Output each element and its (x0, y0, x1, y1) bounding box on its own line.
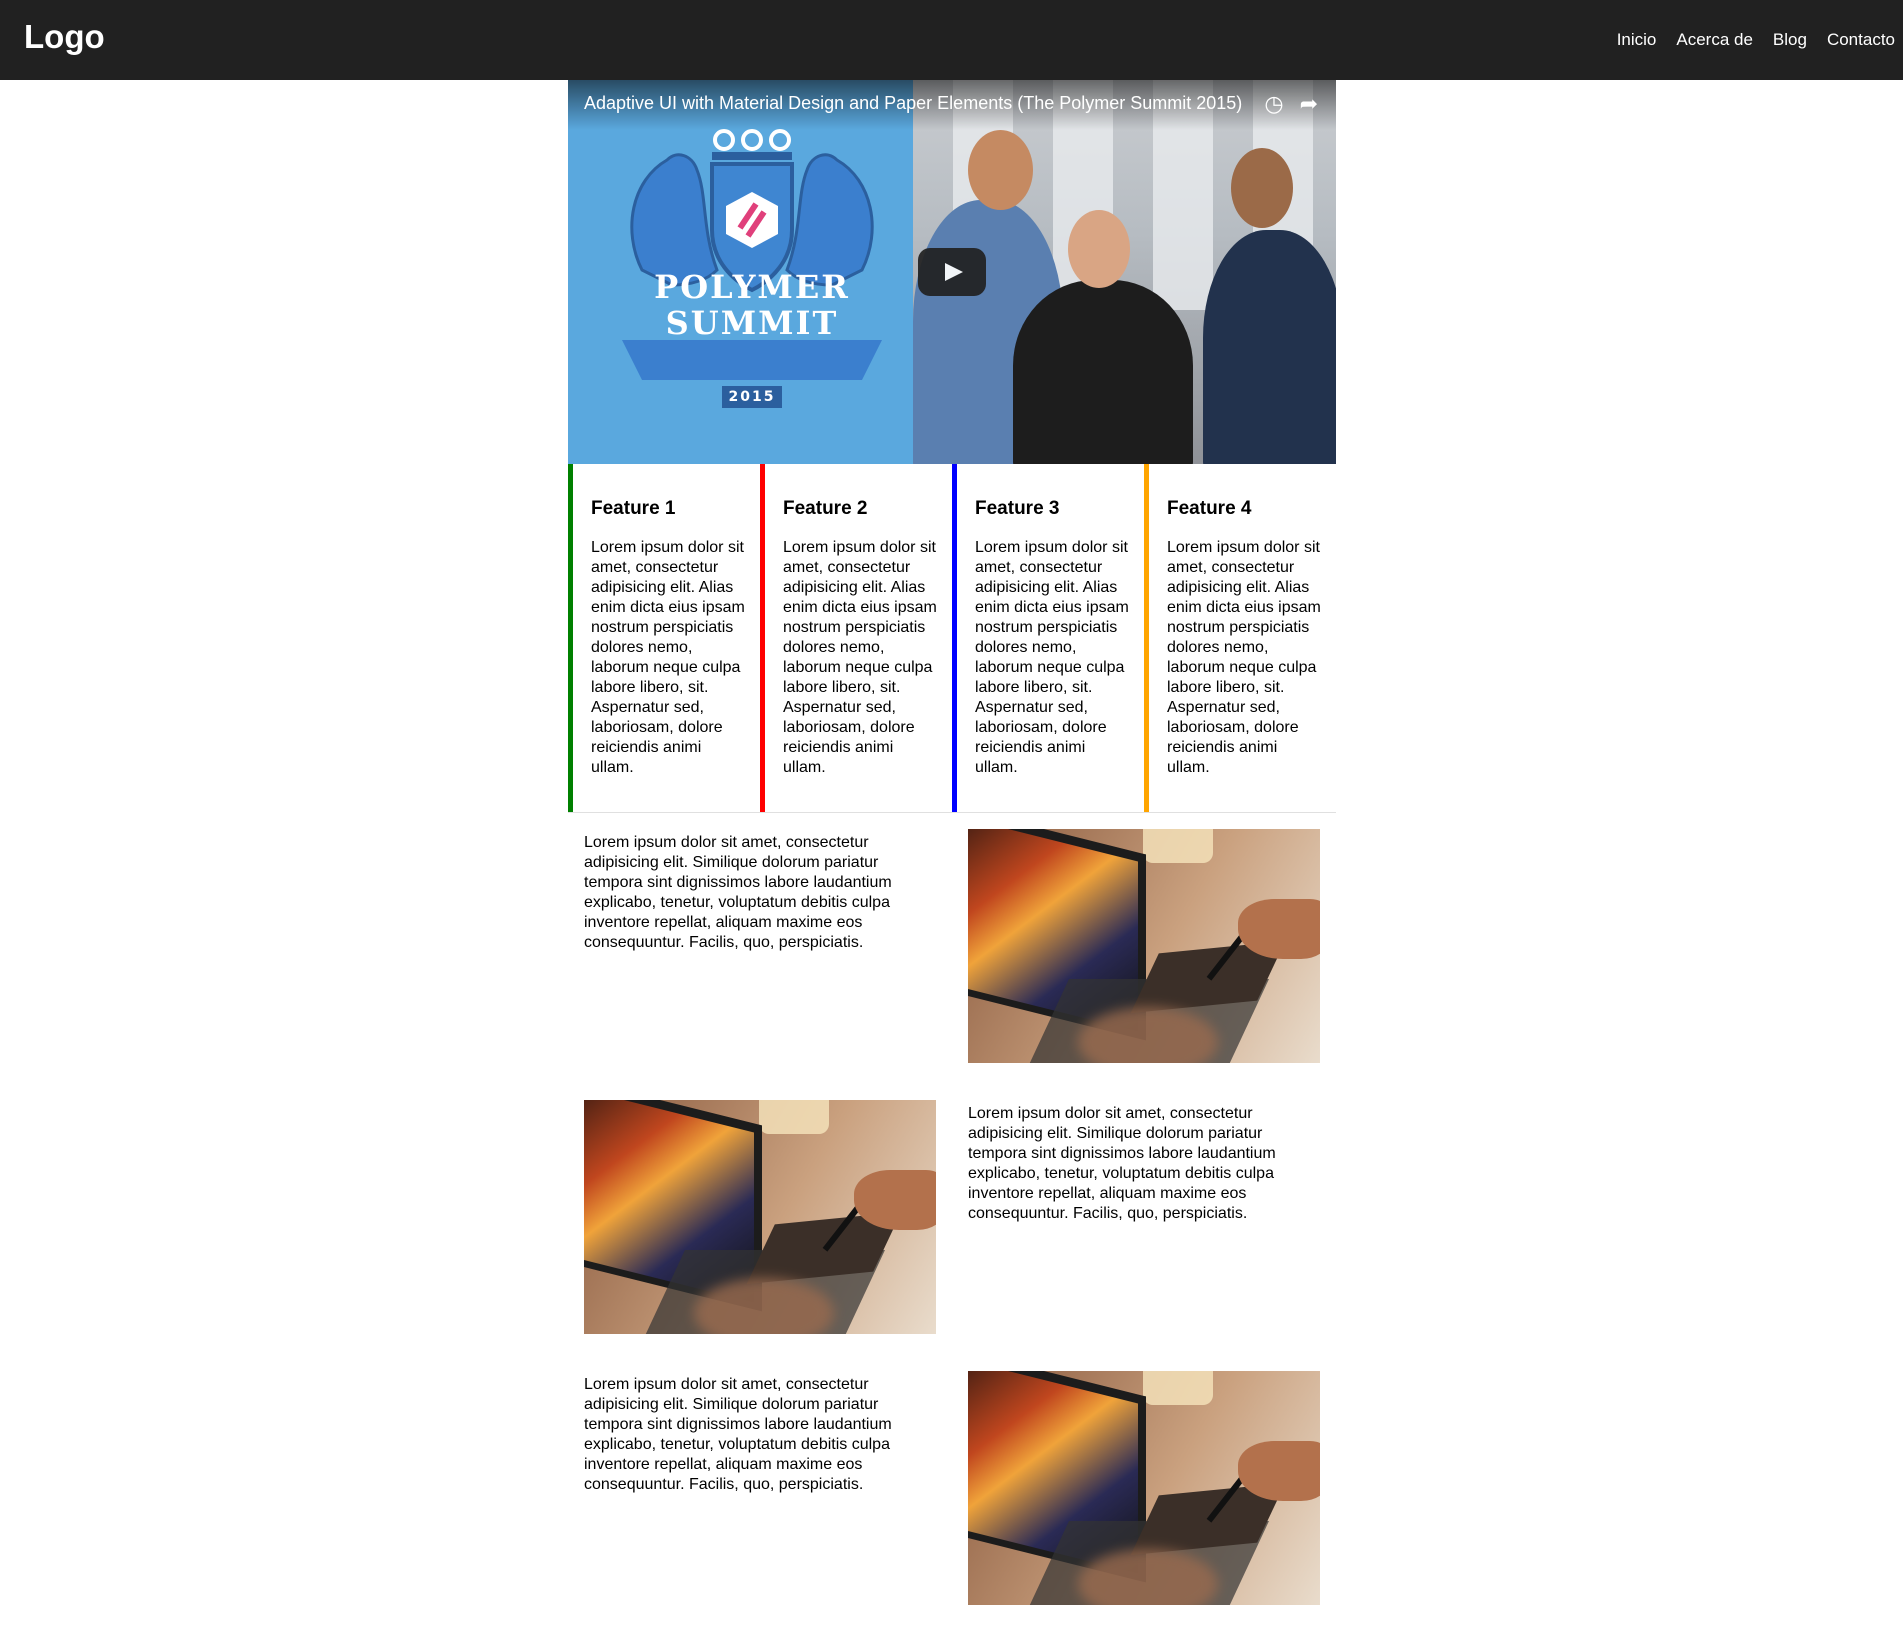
feature-title: Feature 2 (783, 498, 868, 519)
laptop-photo (968, 829, 1320, 1063)
person-center (1013, 280, 1193, 464)
row-text: Lorem ipsum dolor sit amet, consectetur … (584, 1376, 892, 1493)
top-navbar: Logo Inicio Acerca de Blog Contacto (0, 0, 1903, 80)
crest-year: 2015 (722, 386, 782, 408)
feature-text: Lorem ipsum dolor sit amet, consectetur … (591, 539, 745, 776)
video-embed[interactable]: POLYMER SUMMIT 2015 Adaptive UI with Mat… (568, 80, 1336, 464)
content-row-1: Lorem ipsum dolor sit amet, consectetur … (568, 813, 1336, 1084)
person-right (1203, 230, 1336, 464)
nav-link-contacto[interactable]: Contacto (1827, 30, 1895, 50)
share-icon[interactable]: ➦ (1300, 92, 1318, 116)
watch-later-icon[interactable]: ◷ (1264, 92, 1283, 116)
crest-title-line1: POLYMER (654, 268, 850, 306)
feature-title: Feature 3 (975, 498, 1060, 519)
feature-text: Lorem ipsum dolor sit amet, consectetur … (975, 539, 1129, 776)
feature-text: Lorem ipsum dolor sit amet, consectetur … (783, 539, 937, 776)
feature-card-4: Feature 4 Lorem ipsum dolor sit amet, co… (1144, 464, 1336, 812)
row-text: Lorem ipsum dolor sit amet, consectetur … (968, 1105, 1276, 1222)
feature-card-2: Feature 2 Lorem ipsum dolor sit amet, co… (760, 464, 952, 812)
laptop-photo (968, 1371, 1320, 1605)
content-column: POLYMER SUMMIT 2015 Adaptive UI with Mat… (568, 80, 1336, 1625)
video-title-bar: Adaptive UI with Material Design and Pap… (568, 80, 1336, 130)
feature-card-1: Feature 1 Lorem ipsum dolor sit amet, co… (568, 464, 760, 812)
laptop-photo (584, 1100, 936, 1334)
play-button[interactable] (918, 248, 986, 296)
crest-title-line2: SUMMIT (665, 304, 839, 342)
content-rows: Lorem ipsum dolor sit amet, consectetur … (568, 813, 1336, 1625)
polymer-summit-crest: POLYMER SUMMIT 2015 (612, 120, 892, 440)
features-row: Feature 1 Lorem ipsum dolor sit amet, co… (568, 464, 1336, 813)
video-actions: ◷ ➦ (1264, 92, 1318, 116)
feature-card-3: Feature 3 Lorem ipsum dolor sit amet, co… (952, 464, 1144, 812)
nav-link-acerca-de[interactable]: Acerca de (1676, 30, 1753, 50)
logo[interactable]: Logo (24, 18, 105, 56)
feature-title: Feature 1 (591, 498, 676, 519)
nav-link-blog[interactable]: Blog (1773, 30, 1807, 50)
content-row-2: Lorem ipsum dolor sit amet, consectetur … (568, 1084, 1336, 1355)
main-nav: Inicio Acerca de Blog Contacto (1617, 30, 1895, 50)
feature-title: Feature 4 (1167, 498, 1252, 519)
content-row-3: Lorem ipsum dolor sit amet, consectetur … (568, 1355, 1336, 1625)
nav-link-inicio[interactable]: Inicio (1617, 30, 1657, 50)
feature-text: Lorem ipsum dolor sit amet, consectetur … (1167, 539, 1321, 776)
video-title[interactable]: Adaptive UI with Material Design and Pap… (584, 93, 1242, 114)
row-text: Lorem ipsum dolor sit amet, consectetur … (584, 834, 892, 951)
